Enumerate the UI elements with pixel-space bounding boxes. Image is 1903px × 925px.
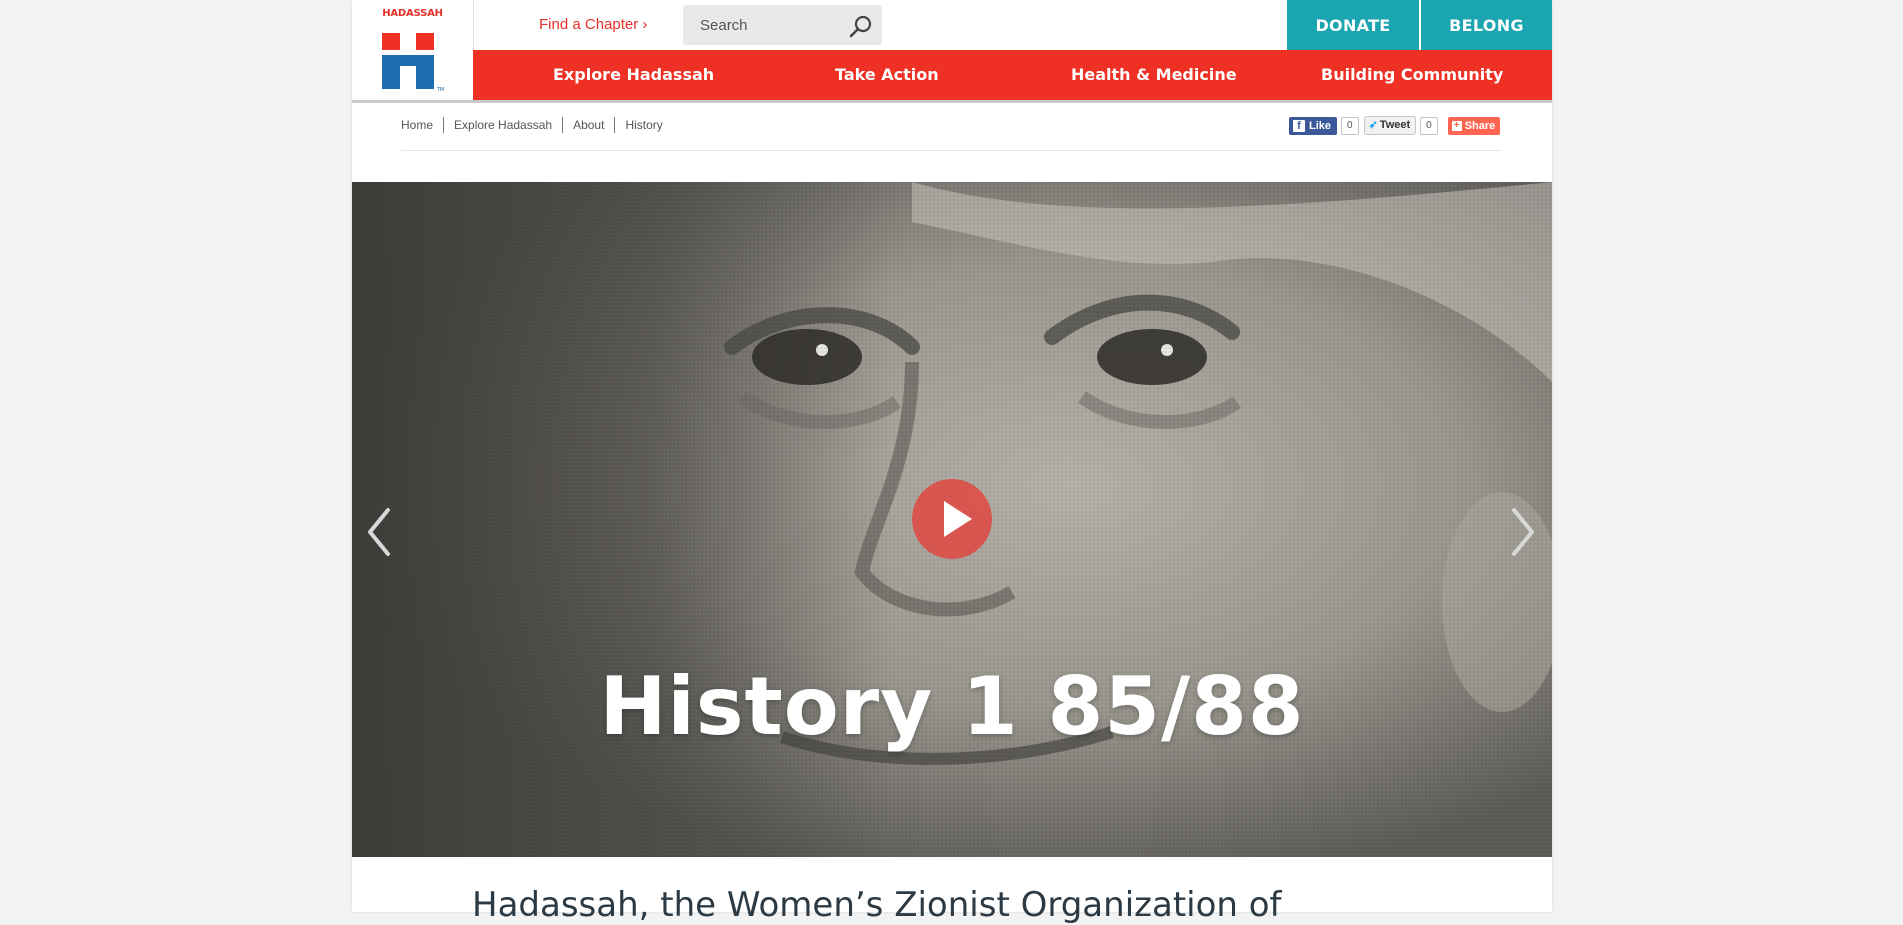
belong-button[interactable]: BELONG (1419, 0, 1552, 50)
tweet-button[interactable]: ➶ Tweet (1363, 116, 1417, 135)
nav-take-action[interactable]: Take Action (835, 50, 939, 100)
donate-button[interactable]: DONATE (1287, 0, 1419, 50)
logo[interactable]: HADASSAH TM (352, 0, 474, 100)
search-box (683, 5, 882, 45)
twitter-icon: ➶ (1368, 119, 1378, 131)
chevron-right-icon[interactable] (1502, 502, 1542, 562)
nav-building-community[interactable]: Building Community (1321, 50, 1503, 100)
nav-health-medicine[interactable]: Health & Medicine (1071, 50, 1237, 100)
search-input[interactable] (683, 5, 843, 45)
hero-title: History 1 85/88 (599, 660, 1305, 753)
breadcrumb-history: History (614, 117, 672, 133)
share-plus-icon: + (1451, 120, 1462, 131)
social-buttons: f Like 0 ➶ Tweet 0 + Share (1289, 116, 1501, 135)
chevron-left-icon[interactable] (360, 502, 400, 562)
facebook-icon: f (1293, 119, 1305, 132)
nav-explore-hadassah[interactable]: Explore Hadassah (553, 50, 714, 100)
search-icon[interactable] (848, 14, 874, 38)
like-label: Like (1309, 119, 1332, 132)
play-icon[interactable] (912, 479, 992, 559)
tweet-count: 0 (1420, 116, 1438, 135)
breadcrumb: Home Explore Hadassah About History (401, 117, 673, 133)
share-button[interactable]: + Share (1447, 116, 1501, 135)
like-count: 0 (1341, 116, 1359, 135)
breadcrumb-explore-hadassah[interactable]: Explore Hadassah (443, 117, 562, 133)
main-nav: Explore Hadassah Take Action Health & Me… (473, 50, 1552, 103)
hadassah-logo-icon: TM (382, 33, 444, 93)
share-label: Share (1464, 119, 1496, 132)
breadcrumb-home[interactable]: Home (401, 117, 443, 133)
content-divider (401, 150, 1502, 151)
breadcrumb-about[interactable]: About (562, 117, 614, 133)
facebook-like-button[interactable]: f Like (1289, 116, 1338, 135)
header-rule (352, 100, 473, 103)
logo-wordmark: HADASSAH (382, 8, 443, 19)
hero-video[interactable]: History 1 85/88 (352, 182, 1552, 857)
find-chapter-link[interactable]: Find a Chapter › (539, 16, 647, 33)
svg-text:TM: TM (436, 87, 444, 93)
tweet-label: Tweet (1379, 119, 1411, 131)
intro-heading: Hadassah, the Women’s Zionist Organizati… (472, 885, 1282, 925)
